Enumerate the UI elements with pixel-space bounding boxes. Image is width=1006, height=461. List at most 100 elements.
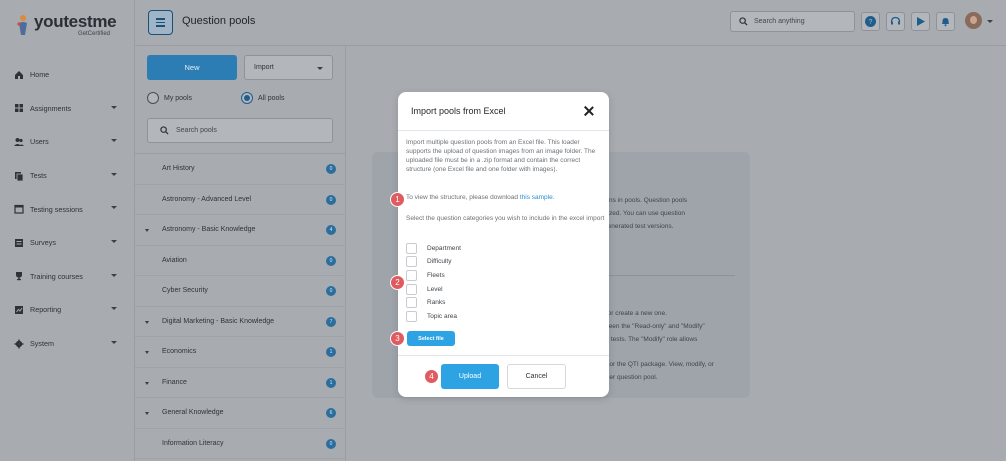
pool-name: Astronomy - Advanced Level bbox=[162, 195, 252, 203]
expand-caret-icon[interactable] bbox=[145, 412, 149, 415]
menu-line bbox=[156, 21, 165, 24]
cancel-button[interactable]: Cancel bbox=[507, 364, 566, 389]
bell-icon bbox=[942, 18, 949, 27]
count-badge: 7 bbox=[326, 316, 336, 327]
home-icon bbox=[14, 70, 24, 80]
hamburger-menu-button[interactable] bbox=[148, 10, 173, 35]
category-checkbox-department[interactable]: Department bbox=[406, 243, 461, 254]
tests-icon bbox=[14, 171, 24, 181]
help-icon: ? bbox=[865, 16, 876, 27]
count-badge: 6 bbox=[326, 408, 336, 418]
checkbox-label: Department bbox=[427, 245, 461, 252]
sidebar-item-surveys[interactable]: Surveys bbox=[0, 226, 135, 260]
info-text: nized. You can use question bbox=[604, 210, 685, 217]
list-item[interactable]: Astronomy - Advanced Level 0 bbox=[135, 185, 346, 215]
count-badge: 1 bbox=[326, 347, 336, 357]
sidebar-item-training-courses[interactable]: Training courses bbox=[0, 260, 135, 294]
sidebar-item-home[interactable]: Home bbox=[0, 58, 135, 92]
sidebar-item-reporting[interactable]: Reporting bbox=[0, 293, 135, 327]
chevron-down-icon bbox=[111, 172, 117, 176]
divider bbox=[398, 130, 609, 131]
expand-caret-icon[interactable] bbox=[145, 351, 149, 354]
select-file-button[interactable]: Select file bbox=[407, 331, 455, 346]
list-item[interactable]: Cyber Security 0 bbox=[135, 276, 346, 307]
info-text: t or create a new one. bbox=[604, 310, 667, 317]
expand-caret-icon[interactable] bbox=[145, 320, 149, 324]
sidebar-item-label: Training courses bbox=[30, 271, 83, 281]
sidebar-item-users[interactable]: Users bbox=[0, 125, 135, 159]
list-item[interactable]: Finance 1 bbox=[135, 368, 346, 398]
checkbox-label: Level bbox=[427, 286, 443, 293]
pool-name: Digital Marketing - Basic Knowledge bbox=[162, 317, 275, 325]
sidebar-item-label: Assignments bbox=[30, 103, 72, 113]
info-text: e or the QTI package. View, modify, or bbox=[604, 361, 714, 368]
expand-caret-icon[interactable] bbox=[145, 229, 149, 232]
svg-text:?: ? bbox=[869, 19, 873, 26]
category-checkbox-fleets[interactable]: Fleets bbox=[406, 270, 445, 281]
sidebar-nav: Home Assignments Users Tests Testing ses… bbox=[0, 58, 135, 360]
list-item[interactable]: General Knowledge 6 bbox=[135, 398, 346, 429]
download-sample-link[interactable]: this sample. bbox=[520, 194, 555, 201]
brand-name: youtestme bbox=[34, 12, 117, 31]
list-item[interactable]: Economics 1 bbox=[135, 337, 346, 368]
checkbox[interactable] bbox=[406, 270, 417, 281]
category-checkbox-level[interactable]: Level bbox=[406, 284, 443, 295]
list-item[interactable]: Digital Marketing - Basic Knowledge 7 bbox=[135, 307, 346, 337]
search-pools-input[interactable]: Search pools bbox=[147, 118, 333, 143]
checkbox[interactable] bbox=[406, 243, 417, 254]
sidebar-item-label: Reporting bbox=[30, 305, 62, 315]
testing-sessions-icon bbox=[14, 204, 24, 214]
category-checkbox-ranks[interactable]: Ranks bbox=[406, 297, 445, 308]
expand-caret-icon[interactable] bbox=[145, 381, 149, 385]
support-button[interactable] bbox=[886, 12, 905, 31]
sidebar-item-testing-sessions[interactable]: Testing sessions bbox=[0, 192, 135, 226]
checkbox-label: Difficulty bbox=[427, 258, 452, 265]
sidebar-item-label: Users bbox=[30, 137, 49, 147]
play-tour-button[interactable] bbox=[911, 12, 930, 31]
chevron-down-icon bbox=[111, 139, 117, 143]
new-pool-button[interactable]: New bbox=[147, 55, 237, 80]
pools-panel: New Import My pools All pools Search poo… bbox=[135, 46, 346, 461]
sidebar-item-label: Home bbox=[30, 70, 50, 80]
category-checkbox-difficulty[interactable]: Difficulty bbox=[406, 256, 451, 267]
radio-circle bbox=[147, 92, 159, 104]
notifications-button[interactable] bbox=[936, 12, 955, 31]
search-pools-placeholder: Search pools bbox=[176, 127, 217, 134]
list-item[interactable]: Astronomy - Basic Knowledge 4 bbox=[135, 215, 346, 246]
sidebar: youtestme GetCertified Home Assignments … bbox=[0, 0, 135, 461]
play-icon bbox=[917, 17, 925, 26]
sidebar-item-label: Tests bbox=[30, 171, 47, 181]
checkbox[interactable] bbox=[406, 297, 417, 308]
help-button[interactable]: ? bbox=[861, 12, 880, 31]
trophy-icon bbox=[14, 271, 24, 281]
list-item[interactable]: Aviation 0 bbox=[135, 246, 346, 276]
radio-label: My pools bbox=[164, 94, 193, 102]
brand-subtitle: GetCertified bbox=[78, 31, 111, 37]
chevron-down-icon[interactable] bbox=[987, 20, 993, 23]
brand-logo[interactable]: youtestme GetCertified bbox=[14, 12, 124, 42]
radio-my-pools[interactable]: My pools bbox=[147, 92, 192, 104]
pool-name: Astronomy - Basic Knowledge bbox=[162, 226, 256, 234]
sidebar-item-tests[interactable]: Tests bbox=[0, 159, 135, 193]
upload-button[interactable]: Upload bbox=[441, 364, 499, 389]
radio-all-pools[interactable]: All pools bbox=[241, 92, 284, 104]
checkbox[interactable] bbox=[406, 311, 417, 322]
pool-name: General Knowledge bbox=[162, 409, 224, 417]
close-icon[interactable] bbox=[583, 105, 595, 117]
list-item[interactable]: Art History 0 bbox=[135, 154, 346, 185]
checkbox[interactable] bbox=[406, 284, 417, 295]
sidebar-item-assignments[interactable]: Assignments bbox=[0, 92, 135, 126]
list-item[interactable]: Information Literacy 0 bbox=[135, 429, 346, 459]
global-search-input[interactable]: Search anything bbox=[730, 11, 855, 32]
count-badge: 0 bbox=[326, 164, 336, 174]
info-text: ions in pools. Question pools bbox=[604, 197, 688, 204]
sidebar-item-system[interactable]: System bbox=[0, 327, 135, 361]
category-checkbox-topic-area[interactable]: Topic area bbox=[406, 311, 457, 322]
checkbox[interactable] bbox=[406, 256, 417, 267]
import-dropdown-button[interactable]: Import bbox=[244, 55, 333, 80]
dialog-title: Import pools from Excel bbox=[411, 106, 506, 116]
count-badge: 0 bbox=[326, 194, 336, 205]
page-title: Question pools bbox=[182, 15, 256, 27]
user-avatar[interactable] bbox=[965, 12, 982, 29]
pool-name: Cyber Security bbox=[162, 287, 208, 295]
